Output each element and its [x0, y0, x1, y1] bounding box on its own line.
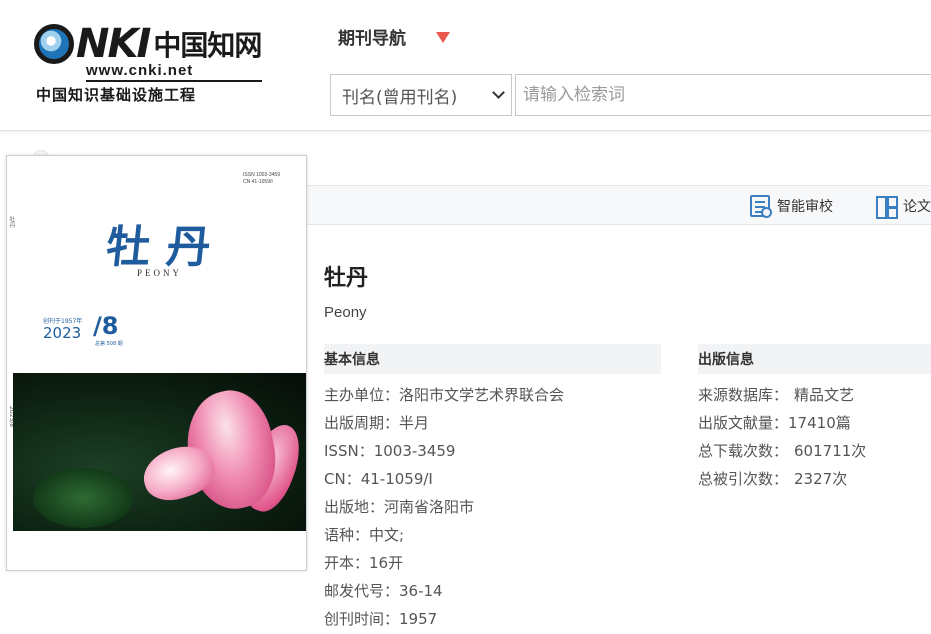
logo-divider	[86, 80, 262, 82]
logo-url: www.cnki.net	[86, 62, 194, 79]
logo-slogan: 中国知识基础设施工程	[36, 86, 197, 104]
journal-title: 牡丹	[324, 266, 369, 291]
cover-issn-block: ISSN 1003-3459 CN 41-1059/I	[243, 172, 280, 186]
search-field-selected: 刊名(曾用刊名)	[342, 87, 458, 108]
logo-mark: NKI 中国知网	[34, 20, 262, 67]
info-row: 出版地：河南省洛阳市	[324, 498, 475, 516]
info-row: ISSN：1003-3459	[324, 442, 456, 460]
smart-review-icon	[750, 195, 772, 218]
cover-year: 2023	[43, 324, 82, 342]
logo-nki-text: NKI	[76, 21, 151, 67]
paper-label: 论文	[903, 199, 931, 215]
cover-total: 总第 508 期	[95, 341, 123, 347]
info-row: 来源数据库： 精品文艺	[698, 386, 855, 404]
cover-issue-number: /8	[93, 312, 119, 340]
info-row: 邮发代号：36-14	[324, 582, 443, 600]
info-row: 总下载次数： 601711次	[698, 442, 867, 460]
info-row: CN：41-1059/I	[324, 470, 433, 488]
info-row: 出版周期：半月	[324, 414, 430, 432]
smart-review-label: 智能审校	[777, 199, 833, 215]
info-row: 主办单位：洛阳市文学艺术界联合会	[324, 386, 565, 404]
cover-cn: CN 41-1059/I	[243, 179, 273, 185]
journal-nav-title[interactable]: 期刊导航	[338, 24, 406, 49]
chevron-down-icon	[492, 86, 505, 99]
cover-flower-photo	[13, 373, 306, 531]
cover-subtitle: PEONY	[137, 268, 183, 278]
cnki-logo[interactable]: NKI 中国知网 www.cnki.net 中国知识基础设施工程	[34, 20, 266, 106]
search-field-select[interactable]: 刊名(曾用刊名)	[330, 74, 512, 116]
cover-title: 牡丹	[103, 222, 230, 273]
caret-down-icon[interactable]	[436, 32, 450, 43]
basic-info-heading: 基本信息	[324, 344, 661, 374]
info-row: 开本：16开	[324, 554, 404, 572]
info-row: 出版文献量：17410篇	[698, 414, 851, 432]
paper-icon	[876, 195, 898, 219]
logo-brand-cn: 中国知网	[153, 29, 262, 62]
paper-button[interactable]: 论文	[876, 186, 931, 226]
journal-english-title: Peony	[324, 304, 367, 321]
smart-review-button[interactable]: 智能审校	[750, 186, 833, 226]
cover-issn: ISSN 1003-3459	[243, 172, 280, 178]
header: NKI 中国知网 www.cnki.net 中国知识基础设施工程 期刊导航 刊名…	[0, 0, 931, 131]
info-row: 语种：中文;	[324, 526, 405, 544]
toolbar: 智能审校 论文	[306, 185, 931, 225]
globe-icon	[34, 24, 74, 64]
search-input[interactable]	[515, 74, 931, 116]
cover-side-text: 牡丹	[8, 216, 15, 228]
leaf-shape	[33, 468, 133, 528]
info-row: 创刊时间：1957	[324, 610, 438, 628]
pub-info-heading: 出版信息	[698, 344, 931, 374]
info-row: 总被引次数： 2327次	[698, 470, 848, 488]
journal-cover[interactable]: ISSN 1003-3459 CN 41-1059/I 牡丹 2023/8 牡丹…	[6, 155, 307, 571]
